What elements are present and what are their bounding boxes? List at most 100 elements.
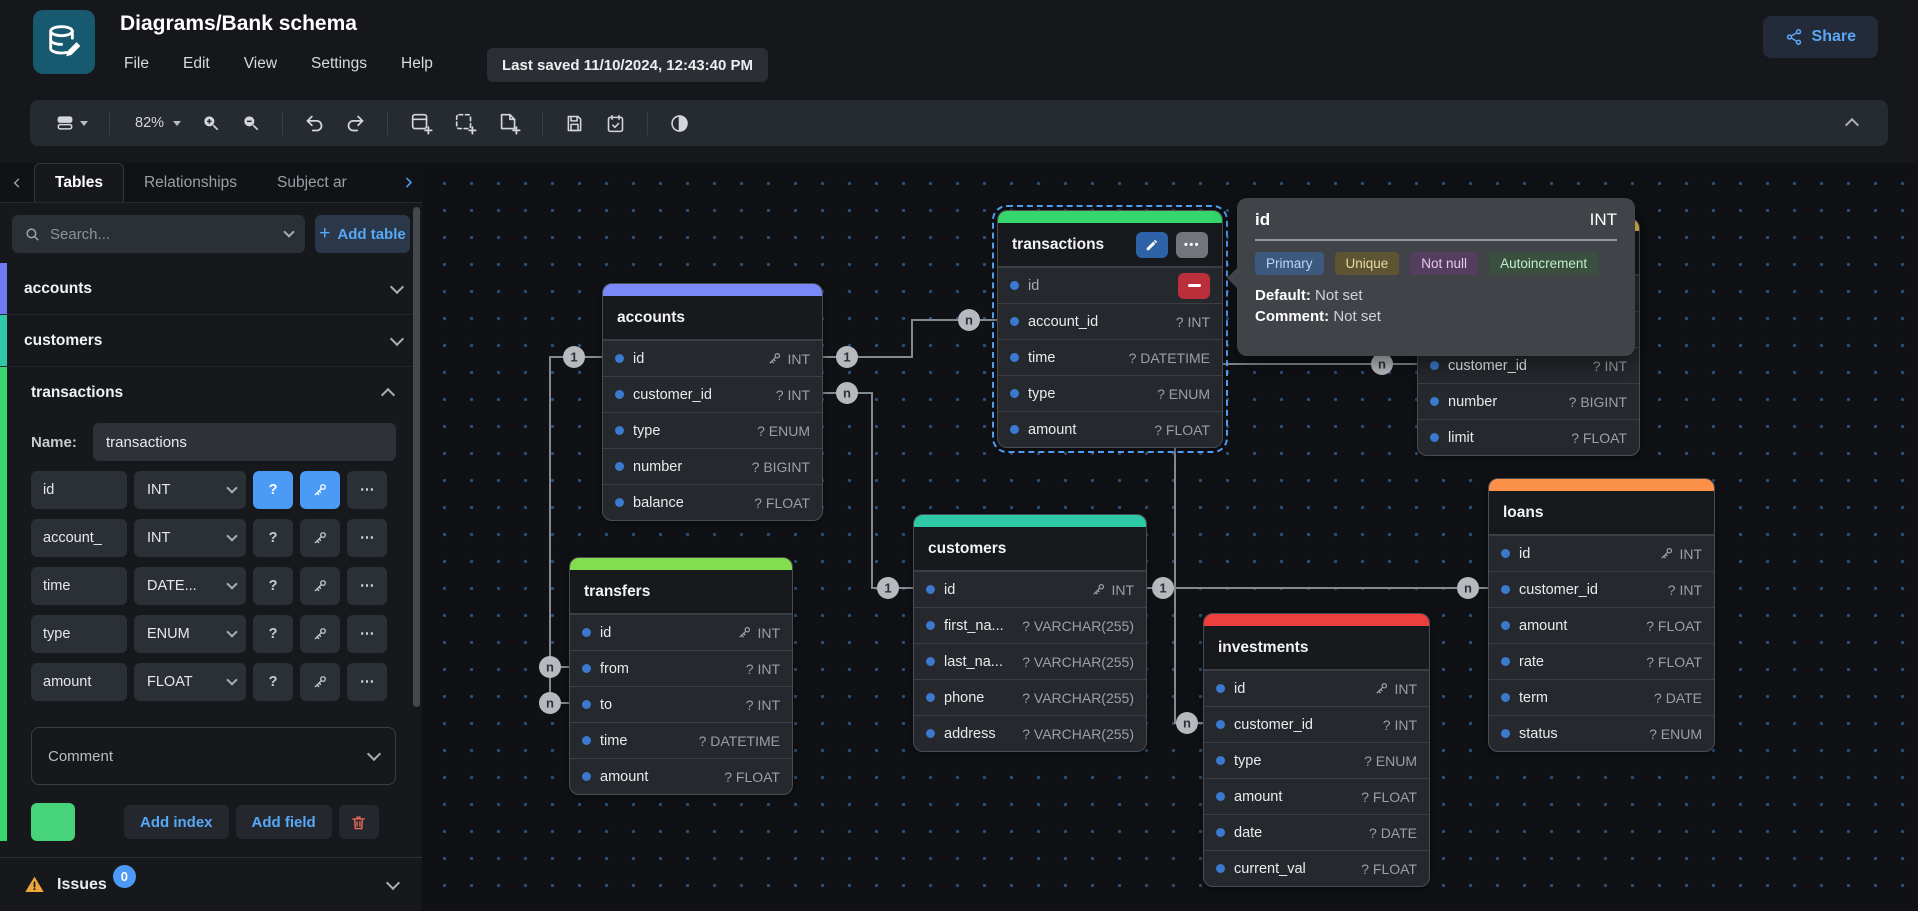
table-field-row[interactable]: idINT bbox=[914, 571, 1146, 607]
table-field-row[interactable]: amount? FLOAT bbox=[998, 411, 1222, 447]
sidebar-item-customers[interactable]: customers bbox=[0, 315, 422, 367]
toolbar-collapse-button[interactable] bbox=[1840, 111, 1864, 135]
field-more-button[interactable]: ⋯ bbox=[347, 615, 387, 653]
table-field-row[interactable]: time? DATETIME bbox=[570, 722, 792, 758]
nullable-toggle[interactable]: ? bbox=[253, 519, 293, 557]
menu-help[interactable]: Help bbox=[389, 50, 445, 78]
theme-toggle[interactable] bbox=[662, 108, 697, 139]
tab-tables[interactable]: Tables bbox=[34, 163, 124, 202]
edit-table-button[interactable] bbox=[1136, 232, 1168, 258]
table-field-row[interactable]: first_na...? VARCHAR(255) bbox=[914, 607, 1146, 643]
field-type-select[interactable]: INT bbox=[134, 519, 246, 557]
undo-button[interactable] bbox=[297, 108, 332, 139]
field-more-button[interactable]: ⋯ bbox=[347, 471, 387, 509]
add-field-button[interactable]: Add field bbox=[236, 805, 332, 839]
primary-key-toggle[interactable] bbox=[300, 663, 340, 701]
field-more-button[interactable]: ⋯ bbox=[347, 519, 387, 557]
field-type-select[interactable]: INT bbox=[134, 471, 246, 509]
zoom-in-button[interactable] bbox=[194, 108, 228, 138]
primary-key-toggle[interactable] bbox=[300, 567, 340, 605]
table-field-row[interactable]: term? DATE bbox=[1489, 679, 1714, 715]
table-color-swatch[interactable] bbox=[31, 803, 75, 841]
menu-file[interactable]: File bbox=[112, 50, 161, 78]
field-name-input[interactable]: id bbox=[31, 471, 127, 509]
tab-subject-areas[interactable]: Subject ar bbox=[257, 163, 353, 202]
field-more-button[interactable]: ⋯ bbox=[347, 663, 387, 701]
nullable-toggle[interactable]: ? bbox=[253, 615, 293, 653]
redo-button[interactable] bbox=[338, 108, 373, 139]
layout-button[interactable] bbox=[48, 108, 95, 138]
table-field-row[interactable]: address? VARCHAR(255) bbox=[914, 715, 1146, 751]
nullable-toggle[interactable]: ? bbox=[253, 567, 293, 605]
table-field-row[interactable]: date? DATE bbox=[1204, 814, 1429, 850]
nullable-toggle[interactable]: ? bbox=[253, 471, 293, 509]
zoom-out-button[interactable] bbox=[234, 108, 268, 138]
table-field-row[interactable]: amount? FLOAT bbox=[570, 758, 792, 794]
table-field-row[interactable]: phone? VARCHAR(255) bbox=[914, 679, 1146, 715]
table-field-row[interactable]: limit? FLOAT bbox=[1418, 419, 1639, 455]
table-name-input[interactable] bbox=[93, 423, 396, 461]
nullable-toggle[interactable]: ? bbox=[253, 663, 293, 701]
table-field-row[interactable]: number? BIGINT bbox=[603, 448, 822, 484]
search-box[interactable] bbox=[12, 215, 305, 253]
add-table-button[interactable]: + Add table bbox=[315, 215, 410, 253]
field-name-input[interactable]: time bbox=[31, 567, 127, 605]
table-field-row[interactable]: idINT bbox=[1489, 535, 1714, 571]
save-button[interactable] bbox=[557, 108, 592, 139]
table-field-row[interactable]: type? ENUM bbox=[1204, 742, 1429, 778]
zoom-level-dropdown[interactable]: 82% bbox=[124, 110, 188, 136]
table-field-row[interactable]: type? ENUM bbox=[998, 375, 1222, 411]
table-field-row[interactable]: idINT bbox=[1204, 670, 1429, 706]
canvas-table-accounts[interactable]: accounts idINT customer_id? INT type? EN… bbox=[602, 283, 823, 521]
table-field-row[interactable]: amount? FLOAT bbox=[1489, 607, 1714, 643]
delete-table-button[interactable] bbox=[339, 805, 379, 839]
app-logo[interactable] bbox=[33, 10, 95, 74]
share-button[interactable]: Share bbox=[1763, 16, 1878, 58]
menu-edit[interactable]: Edit bbox=[171, 50, 222, 78]
table-field-row[interactable]: idINT bbox=[603, 340, 822, 376]
tab-relationships[interactable]: Relationships bbox=[124, 163, 257, 202]
tabs-scroll-left-button[interactable] bbox=[0, 163, 34, 202]
table-field-row[interactable]: status? ENUM bbox=[1489, 715, 1714, 751]
menu-settings[interactable]: Settings bbox=[299, 50, 379, 78]
field-more-button[interactable]: ⋯ bbox=[347, 567, 387, 605]
comment-collapse[interactable]: Comment bbox=[31, 727, 396, 785]
diagram-canvas[interactable]: 1 n n 1 n n 1 1 n n n accounts idINT cus… bbox=[422, 163, 1918, 911]
table-field-row[interactable]: id bbox=[998, 267, 1222, 303]
canvas-table-loans[interactable]: loans idINT customer_id? INT amount? FLO… bbox=[1488, 478, 1715, 752]
canvas-table-investments[interactable]: investments idINT customer_id? INT type?… bbox=[1203, 613, 1430, 887]
add-index-button[interactable]: Add index bbox=[124, 805, 229, 839]
table-field-row[interactable]: balance? FLOAT bbox=[603, 484, 822, 520]
table-field-row[interactable]: from? INT bbox=[570, 650, 792, 686]
delete-field-button[interactable] bbox=[1178, 273, 1210, 299]
table-field-row[interactable]: number? BIGINT bbox=[1418, 383, 1639, 419]
field-name-input[interactable]: amount bbox=[31, 663, 127, 701]
table-field-row[interactable]: type? ENUM bbox=[603, 412, 822, 448]
commit-button[interactable] bbox=[598, 108, 633, 139]
search-input[interactable] bbox=[50, 226, 276, 243]
table-field-row[interactable]: to? INT bbox=[570, 686, 792, 722]
canvas-table-transfers[interactable]: transfers idINT from? INT to? INT time? … bbox=[569, 557, 793, 795]
table-field-row[interactable]: idINT bbox=[570, 614, 792, 650]
issues-bar[interactable]: Issues 0 bbox=[0, 857, 422, 911]
sidebar-scrollbar[interactable] bbox=[413, 207, 420, 707]
table-field-row[interactable]: customer_id? INT bbox=[1204, 706, 1429, 742]
table-field-row[interactable]: last_na...? VARCHAR(255) bbox=[914, 643, 1146, 679]
table-field-row[interactable]: customer_id? INT bbox=[1489, 571, 1714, 607]
field-name-input[interactable]: account_ bbox=[31, 519, 127, 557]
canvas-table-transactions[interactable]: transactions ••• id account_id? INT time… bbox=[997, 210, 1223, 448]
table-field-row[interactable]: time? DATETIME bbox=[998, 339, 1222, 375]
primary-key-toggle[interactable] bbox=[300, 471, 340, 509]
menu-view[interactable]: View bbox=[232, 50, 289, 78]
canvas-table-customers[interactable]: customers idINT first_na...? VARCHAR(255… bbox=[913, 514, 1147, 752]
field-type-select[interactable]: ENUM bbox=[134, 615, 246, 653]
sidebar-item-accounts[interactable]: accounts bbox=[0, 263, 422, 315]
add-area-tool[interactable] bbox=[446, 106, 484, 140]
tabs-scroll-right-button[interactable] bbox=[401, 163, 416, 202]
table-field-row[interactable]: rate? FLOAT bbox=[1489, 643, 1714, 679]
field-type-select[interactable]: DATE... bbox=[134, 567, 246, 605]
primary-key-toggle[interactable] bbox=[300, 519, 340, 557]
add-note-tool[interactable] bbox=[490, 106, 528, 140]
field-type-select[interactable]: FLOAT bbox=[134, 663, 246, 701]
table-field-row[interactable]: customer_id? INT bbox=[603, 376, 822, 412]
